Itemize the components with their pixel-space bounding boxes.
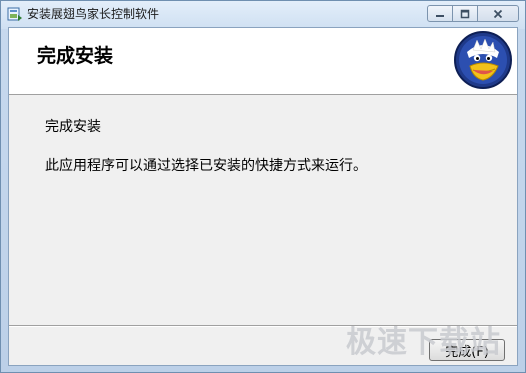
window-title: 安装展翅鸟家长控制软件	[27, 7, 160, 21]
minimize-icon	[436, 14, 444, 17]
watermark-text: 极速下载站	[346, 325, 501, 360]
minimize-button[interactable]	[427, 5, 453, 22]
eagle-mascot-logo	[454, 31, 512, 89]
maximize-button[interactable]	[452, 5, 478, 22]
page-title: 完成安装	[37, 45, 114, 67]
close-button[interactable]	[477, 5, 519, 22]
installer-app-icon	[7, 7, 22, 21]
dialog-client-area: 完成安装 完成安装 此应用程序可以通过选择已安装的快捷方式来运行。 完成(F)	[8, 27, 518, 366]
completion-heading: 完成安装	[45, 119, 101, 135]
caption-buttons	[427, 5, 519, 23]
installer-window: 安装展翅鸟家长控制软件 完成安装 完成安装 此应用程序可以通过选择已安装的快捷方…	[0, 0, 526, 373]
title-bar[interactable]: 安装展翅鸟家长控制软件	[1, 1, 525, 29]
maximize-icon	[460, 9, 470, 18]
completion-message: 此应用程序可以通过选择已安装的快捷方式来运行。	[45, 158, 367, 174]
wizard-header: 完成安装	[9, 28, 517, 95]
close-icon	[493, 9, 503, 18]
